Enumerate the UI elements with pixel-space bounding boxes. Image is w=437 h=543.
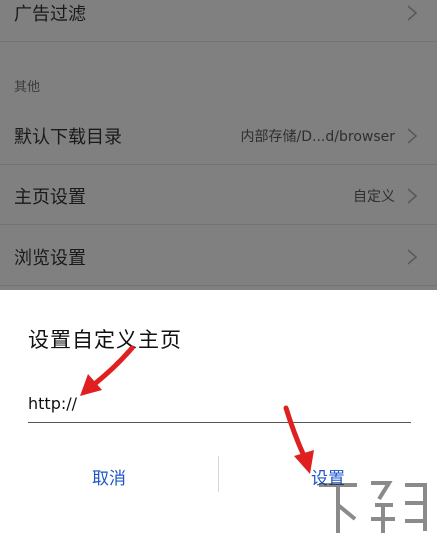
site-watermark-logo <box>319 481 427 533</box>
settings-row-title: 广告过滤 <box>14 3 86 25</box>
cancel-button[interactable]: 取消 <box>0 456 218 496</box>
settings-row-title: 浏览设置 <box>14 247 86 269</box>
settings-row-download-dir[interactable]: 默认下载目录 内部存储/D...d/browser <box>0 107 437 165</box>
chevron-right-icon <box>407 187 418 204</box>
settings-row-value: 内部存储/D...d/browser <box>240 128 395 145</box>
settings-row-ad-filter[interactable]: 广告过滤 <box>0 0 437 42</box>
chevron-right-icon <box>407 127 418 144</box>
chevron-right-icon <box>407 248 418 265</box>
settings-row-browse[interactable]: 浏览设置 <box>0 228 437 286</box>
section-label-other: 其他 <box>14 80 41 95</box>
settings-list: 广告过滤 其他 默认下载目录 内部存储/D...d/browser 主页设置 自… <box>0 0 437 290</box>
settings-row-homepage[interactable]: 主页设置 自定义 <box>0 167 437 225</box>
settings-row-title: 默认下载目录 <box>14 126 122 148</box>
annotation-arrow-icon <box>80 345 135 396</box>
annotation-arrow-icon <box>283 405 314 474</box>
settings-row-title: 主页设置 <box>14 186 86 208</box>
chevron-right-icon <box>407 4 418 21</box>
settings-row-value: 自定义 <box>353 188 395 205</box>
